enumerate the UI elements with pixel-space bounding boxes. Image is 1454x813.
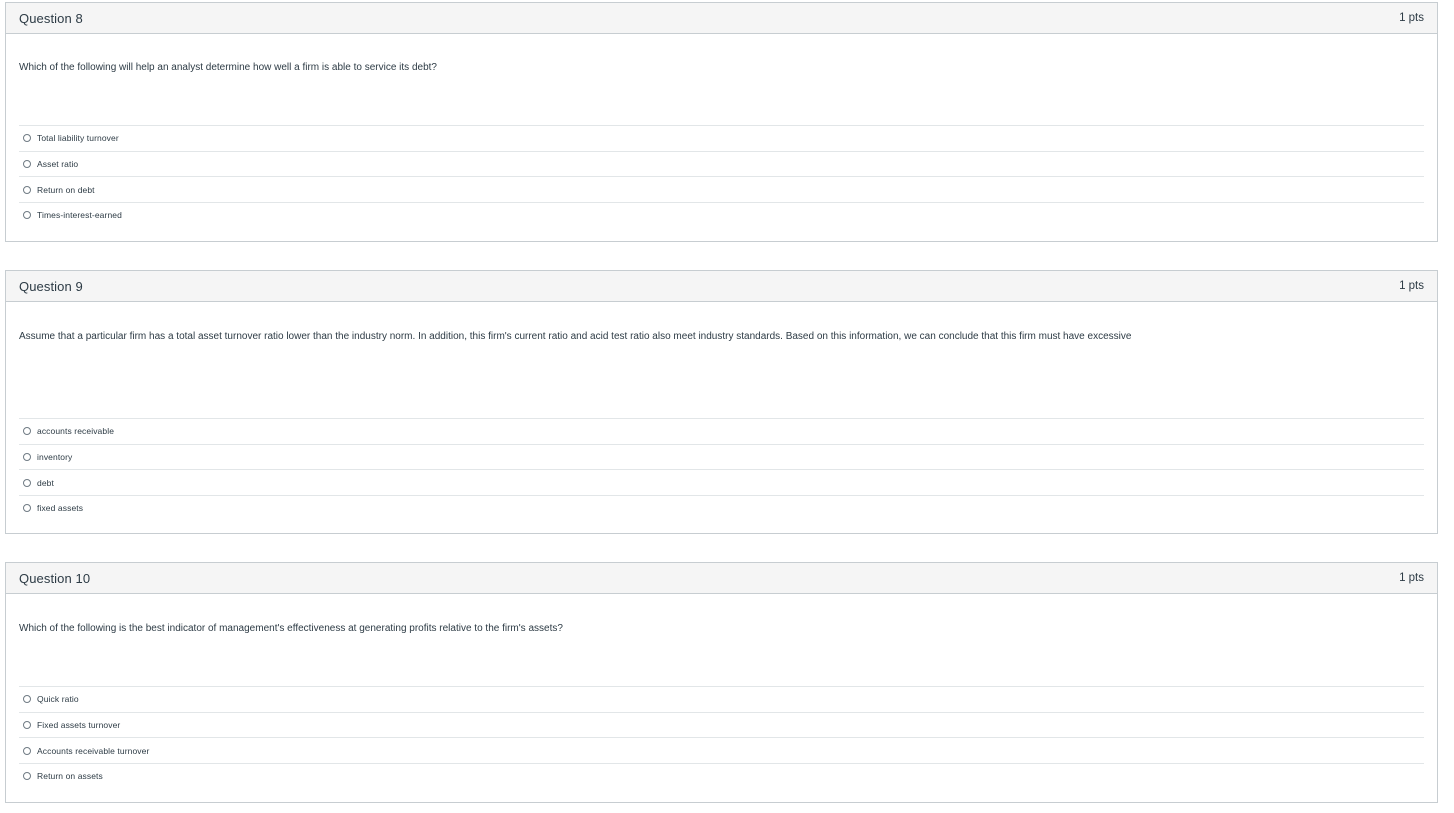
answer-label: accounts receivable bbox=[37, 426, 115, 437]
question-title: Question 8 bbox=[19, 10, 83, 26]
radio-button[interactable] bbox=[23, 185, 31, 194]
answer-option[interactable]: Return on debt bbox=[19, 176, 1424, 202]
radio-button[interactable] bbox=[23, 721, 31, 730]
answer-label: fixed assets bbox=[37, 503, 84, 514]
answer-option[interactable]: Accounts receivable turnover bbox=[19, 737, 1424, 763]
question-header: Question 9 1 pts bbox=[6, 271, 1437, 302]
question-points: 1 pts bbox=[1399, 572, 1424, 584]
radio-button[interactable] bbox=[23, 453, 31, 462]
answer-option[interactable]: Times-interest-earned bbox=[19, 202, 1424, 228]
answer-label: Fixed assets turnover bbox=[37, 720, 121, 731]
answer-list: accounts receivable inventory debt fixed… bbox=[19, 418, 1424, 521]
question-8-card: Question 8 1 pts Which of the following … bbox=[5, 2, 1438, 242]
radio-button[interactable] bbox=[23, 772, 31, 781]
question-title: Question 10 bbox=[19, 570, 91, 586]
answer-option[interactable]: Return on assets bbox=[19, 763, 1424, 789]
question-text: Which of the following is the best indic… bbox=[19, 623, 563, 634]
question-header: Question 8 1 pts bbox=[6, 3, 1437, 34]
radio-button[interactable] bbox=[23, 695, 31, 704]
answer-label: Asset ratio bbox=[37, 159, 79, 170]
answer-list: Total liability turnover Asset ratio Ret… bbox=[19, 125, 1424, 228]
answer-option[interactable]: accounts receivable bbox=[19, 418, 1424, 444]
radio-button[interactable] bbox=[23, 427, 31, 436]
radio-button[interactable] bbox=[23, 504, 31, 513]
answer-label: debt bbox=[37, 477, 54, 488]
answer-list: Quick ratio Fixed assets turnover Accoun… bbox=[19, 686, 1424, 789]
question-points: 1 pts bbox=[1399, 280, 1424, 292]
answer-option[interactable]: Total liability turnover bbox=[19, 125, 1424, 151]
answer-label: Return on assets bbox=[37, 771, 103, 782]
question-points: 1 pts bbox=[1399, 12, 1424, 24]
question-body: Assume that a particular firm has a tota… bbox=[6, 302, 1437, 533]
answer-option[interactable]: fixed assets bbox=[19, 495, 1424, 521]
answer-option[interactable]: Fixed assets turnover bbox=[19, 711, 1424, 738]
answer-option[interactable]: Asset ratio bbox=[19, 150, 1424, 177]
radio-button[interactable] bbox=[23, 478, 31, 487]
answer-option[interactable]: Quick ratio bbox=[19, 686, 1424, 712]
answer-label: Times-interest-earned bbox=[37, 210, 122, 221]
question-text: Assume that a particular firm has a tota… bbox=[19, 331, 1132, 342]
radio-button[interactable] bbox=[23, 134, 31, 143]
radio-button[interactable] bbox=[23, 211, 31, 220]
answer-label: Quick ratio bbox=[37, 694, 79, 705]
question-title: Question 9 bbox=[19, 278, 83, 294]
question-10-card: Question 10 1 pts Which of the following… bbox=[5, 562, 1438, 803]
question-header: Question 10 1 pts bbox=[6, 563, 1437, 594]
radio-button[interactable] bbox=[23, 746, 31, 755]
question-text: Which of the following will help an anal… bbox=[19, 62, 437, 73]
answer-label: Return on debt bbox=[37, 184, 95, 195]
question-body: Which of the following will help an anal… bbox=[6, 34, 1437, 241]
answer-option[interactable]: inventory bbox=[19, 443, 1424, 470]
question-body: Which of the following is the best indic… bbox=[6, 594, 1437, 802]
answer-label: inventory bbox=[37, 452, 73, 463]
radio-button[interactable] bbox=[23, 160, 31, 169]
answer-label: Total liability turnover bbox=[37, 133, 119, 144]
answer-label: Accounts receivable turnover bbox=[37, 745, 150, 756]
answer-option[interactable]: debt bbox=[19, 469, 1424, 495]
question-9-card: Question 9 1 pts Assume that a particula… bbox=[5, 270, 1438, 534]
